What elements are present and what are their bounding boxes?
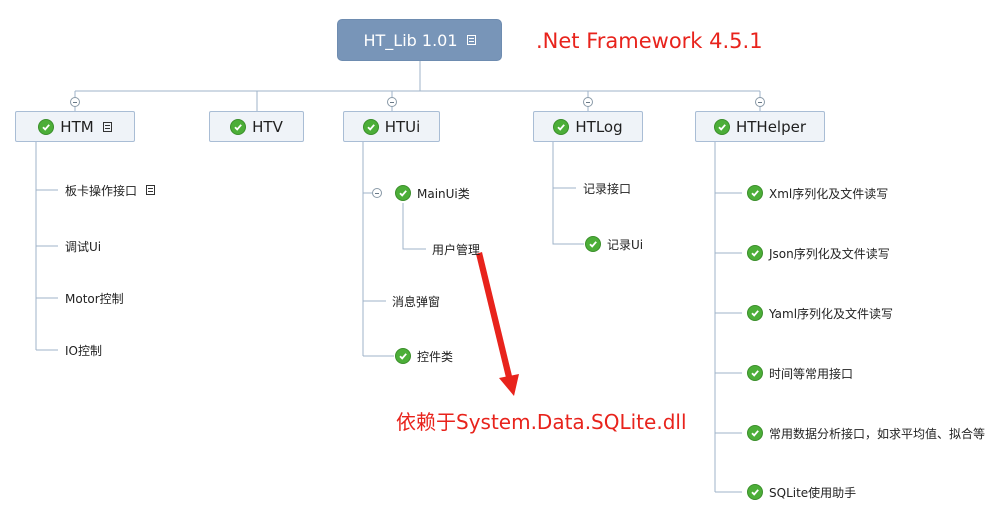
leaf-label: 记录接口: [583, 181, 632, 196]
check-icon: [553, 118, 570, 135]
collapse-toggle-htm[interactable]: [70, 97, 80, 107]
collapse-toggle-hthelper[interactable]: [755, 97, 765, 107]
check-icon: [230, 118, 247, 135]
check-icon: [362, 118, 379, 135]
check-icon: [747, 484, 763, 500]
note-icon[interactable]: [102, 121, 112, 132]
leaf-label: 常用数据分析接口，如求平均值、拟合等: [769, 426, 986, 441]
leaf-data-analysis[interactable]: 常用数据分析接口，如求平均值、拟合等: [747, 423, 985, 443]
branch-node-htv[interactable]: HTV: [209, 111, 304, 142]
branch-node-hthelper[interactable]: HTHelper: [695, 111, 825, 142]
leaf-label: 消息弹窗: [392, 294, 441, 309]
leaf-label: IO控制: [65, 343, 102, 358]
leaf-xml-serialization[interactable]: Xml序列化及文件读写: [747, 183, 888, 203]
branch-node-htm[interactable]: HTM: [15, 111, 135, 142]
leaf-debug-ui[interactable]: 调试Ui: [65, 236, 101, 256]
leaf-label: MainUi类: [417, 186, 470, 201]
check-icon: [747, 305, 763, 321]
branch-label-htui: HTUi: [384, 117, 421, 136]
branch-label-htlog: HTLog: [575, 117, 623, 136]
check-icon: [585, 236, 601, 252]
leaf-label: 记录Ui: [607, 237, 644, 252]
branch-label-htm: HTM: [60, 117, 94, 136]
collapse-toggle-htui[interactable]: [387, 97, 397, 107]
leaf-time-utilities[interactable]: 时间等常用接口: [747, 363, 853, 383]
leaf-label: 调试Ui: [65, 239, 102, 254]
leaf-message-popup[interactable]: 消息弹窗: [392, 291, 440, 311]
leaf-label: 板卡操作接口: [65, 183, 138, 198]
branch-label-htv: HTV: [252, 117, 283, 136]
check-icon: [747, 245, 763, 261]
leaf-label: 时间等常用接口: [769, 366, 854, 381]
leaf-board-interface[interactable]: 板卡操作接口: [65, 180, 156, 200]
leaf-label: Xml序列化及文件读写: [769, 186, 889, 201]
root-node-ht-lib[interactable]: HT_Lib 1.01: [337, 19, 502, 61]
branch-node-htui[interactable]: HTUi: [343, 111, 440, 142]
leaf-controls-class[interactable]: 控件类: [395, 346, 453, 366]
check-icon: [713, 118, 730, 135]
collapse-toggle-htlog[interactable]: [583, 97, 593, 107]
leaf-label: Json序列化及文件读写: [769, 246, 890, 261]
leaf-label: 用户管理: [432, 242, 481, 257]
check-icon: [395, 348, 411, 364]
leaf-motor-control[interactable]: Motor控制: [65, 288, 124, 308]
leaf-label: 控件类: [417, 349, 454, 364]
collapse-toggle-mainui[interactable]: [372, 188, 382, 198]
check-icon: [747, 425, 763, 441]
leaf-sqlite-helper[interactable]: SQLite使用助手: [747, 482, 856, 502]
leaf-record-interface[interactable]: 记录接口: [583, 178, 631, 198]
leaf-label: SQLite使用助手: [769, 485, 857, 500]
check-icon: [747, 185, 763, 201]
note-icon[interactable]: [466, 35, 476, 45]
framework-annotation: .Net Framework 4.5.1: [536, 29, 763, 53]
branch-node-htlog[interactable]: HTLog: [533, 111, 643, 142]
check-icon: [395, 185, 411, 201]
check-icon: [38, 118, 55, 135]
leaf-label: Motor控制: [65, 291, 124, 306]
leaf-io-control[interactable]: IO控制: [65, 340, 102, 360]
leaf-user-management[interactable]: 用户管理: [432, 239, 480, 259]
root-label: HT_Lib 1.01: [363, 30, 458, 50]
leaf-record-ui[interactable]: 记录Ui: [585, 234, 643, 254]
leaf-yaml-serialization[interactable]: Yaml序列化及文件读写: [747, 303, 893, 323]
dependency-annotation: 依赖于System.Data.SQLite.dll: [396, 410, 687, 434]
check-icon: [747, 365, 763, 381]
note-icon[interactable]: [146, 185, 156, 195]
leaf-mainui-class[interactable]: MainUi类: [395, 183, 470, 203]
leaf-label: Yaml序列化及文件读写: [769, 306, 894, 321]
leaf-json-serialization[interactable]: Json序列化及文件读写: [747, 243, 890, 263]
connector-lines: [35, 61, 761, 493]
branch-label-hthelper: HTHelper: [735, 117, 807, 136]
